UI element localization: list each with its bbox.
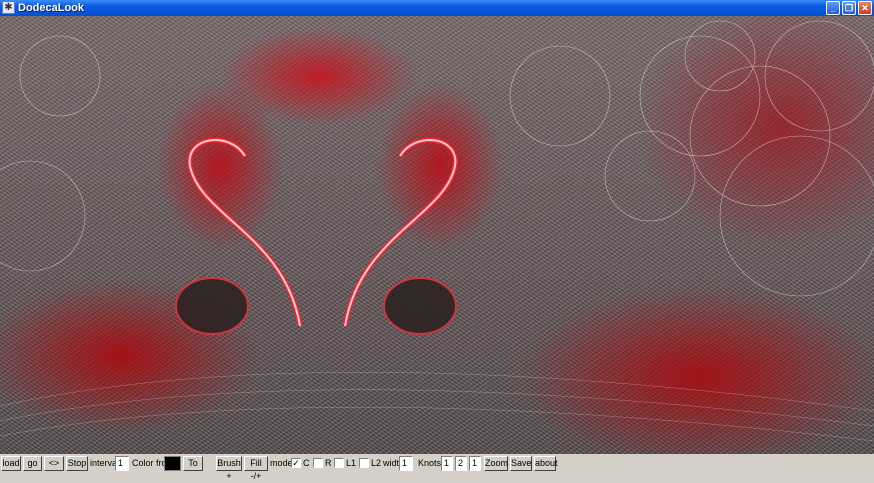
knot1-input[interactable]: 1 (441, 456, 453, 471)
knot3-input[interactable]: 1 (469, 456, 481, 471)
save-button[interactable]: Save (510, 456, 532, 471)
mode-l1-checkbox[interactable] (334, 458, 344, 468)
mode-c-checkbox[interactable]: ✓ (291, 458, 301, 468)
mode-l1-label: L1 (346, 458, 357, 468)
knot2-input[interactable]: 2 (455, 456, 467, 471)
fractal-artwork (0, 20, 874, 442)
title-bar: ✱ DodecaLook _ ❐ ✕ (0, 0, 874, 16)
to-button[interactable]: To (183, 456, 203, 471)
interval-input[interactable]: 1 (115, 456, 129, 471)
drawing-canvas[interactable] (0, 16, 874, 454)
mode-l2-label: L2 (371, 458, 382, 468)
grid-icon[interactable]: ✱ (2, 1, 15, 14)
brush-button[interactable]: Brush + (216, 456, 242, 481)
close-button[interactable]: ✕ (858, 1, 872, 15)
minimize-button[interactable]: _ (826, 1, 840, 15)
mode-l2-checkbox[interactable] (359, 458, 369, 468)
about-button[interactable]: about (534, 456, 558, 471)
mode-c-label: C (303, 458, 310, 468)
width-input[interactable]: 1 (399, 456, 413, 471)
color-from-swatch[interactable] (164, 456, 181, 471)
maximize-button[interactable]: ❐ (842, 1, 856, 15)
window-title: DodecaLook (18, 2, 85, 14)
knots-label: Knots (418, 458, 442, 468)
stop-button[interactable]: Stop (66, 456, 88, 471)
zoom-button[interactable]: Zoom (484, 456, 508, 471)
swap-button[interactable]: <> (44, 456, 64, 471)
go-button[interactable]: go (23, 456, 42, 471)
toolbar: load go <> Stop interval 1 Color from To… (0, 454, 874, 481)
mode-r-checkbox[interactable] (313, 458, 323, 468)
mode-label: mode (270, 458, 293, 468)
fill-button[interactable]: Fill -/+ (244, 456, 268, 481)
mode-r-label: R (325, 458, 332, 468)
load-button[interactable]: load (1, 456, 21, 471)
